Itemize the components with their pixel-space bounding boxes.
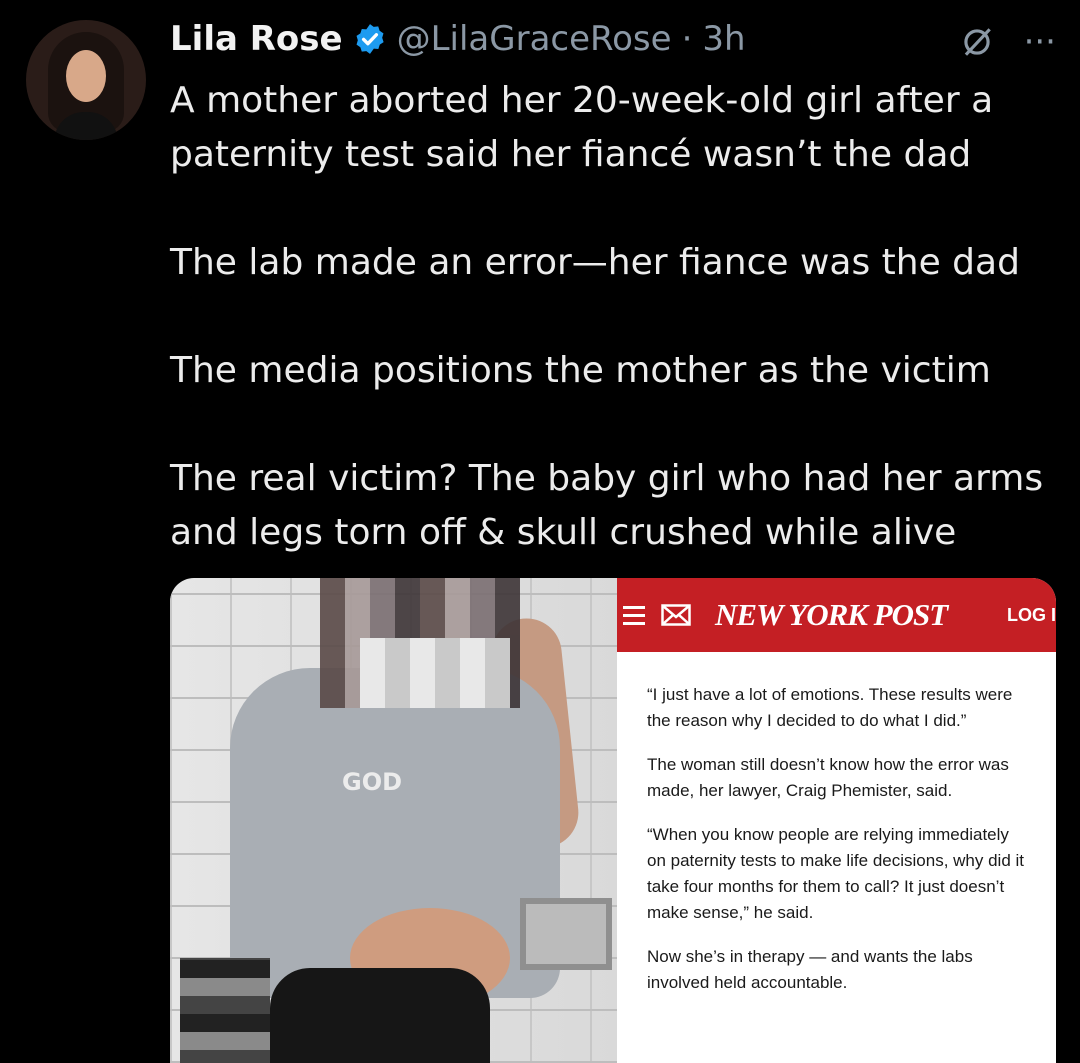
mirror-selfie-photo[interactable]: GOD	[170, 578, 617, 1063]
login-link: LOG I	[1007, 605, 1056, 625]
tweet-text: A mother aborted her 20-week-old girl af…	[170, 74, 1050, 560]
timestamp[interactable]: 3h	[702, 19, 745, 59]
article-paragraph: Now she’s in therapy — and wants the lab…	[647, 947, 973, 992]
article-paragraph: The woman still doesn’t know how the err…	[647, 755, 1009, 800]
verified-badge-icon	[356, 24, 384, 54]
pixelated-bag	[180, 958, 270, 1063]
article-paragraph: “I just have a lot of emotions. These re…	[647, 685, 1013, 730]
tweet-actions: ···	[958, 22, 1056, 62]
article-body: “I just have a lot of emotions. These re…	[617, 652, 1056, 996]
article-screenshot[interactable]: NEW YORK POST LOG I “I just have a lot o…	[617, 578, 1056, 1063]
tweet-header: Lila Rose @LilaGraceRose · 3h	[170, 16, 746, 62]
avatar-face	[66, 50, 106, 102]
more-options-icon[interactable]: ···	[1024, 22, 1056, 62]
tweet-line: A mother aborted her 20-week-old girl af…	[170, 80, 994, 121]
grok-icon[interactable]	[958, 23, 996, 61]
author-handle[interactable]: @LilaGraceRose	[397, 19, 672, 59]
tweet-line: The real victim? The baby girl who had h…	[170, 458, 1044, 499]
hamburger-menu-icon	[623, 605, 645, 625]
mail-icon	[661, 604, 691, 626]
author-name[interactable]: Lila Rose	[170, 19, 343, 59]
sweater-logo: GOD	[342, 768, 403, 796]
nyp-logo: NEW YORK POST	[715, 597, 948, 632]
wall-vent	[520, 898, 612, 970]
tweet-media[interactable]: GOD NEW YORK POST LOG I “I just have a l…	[170, 578, 1056, 1063]
tweet-line: paternity test said her fiancé wasn’t th…	[170, 134, 972, 175]
tweet-line: and legs torn off & skull crushed while …	[170, 512, 957, 553]
tweet-line: The media positions the mother as the vi…	[170, 350, 991, 391]
nyp-header: NEW YORK POST LOG I	[617, 578, 1056, 652]
pixelated-mask	[360, 638, 510, 708]
author-avatar[interactable]	[26, 20, 146, 140]
photo-pants	[270, 968, 490, 1063]
tweet-line: The lab made an error—her fiance was the…	[170, 242, 1020, 283]
article-paragraph: “When you know people are relying immedi…	[647, 825, 1025, 922]
separator-dot: ·	[681, 19, 693, 59]
